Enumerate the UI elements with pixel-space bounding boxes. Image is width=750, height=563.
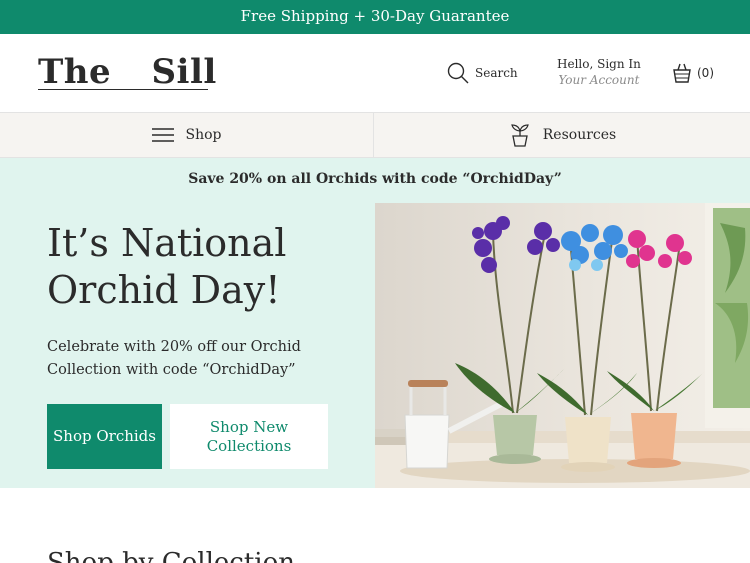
cart-button[interactable]: (0) xyxy=(671,62,714,84)
logo-underline xyxy=(38,89,208,90)
shop-new-collections-button[interactable]: Shop New Collections xyxy=(170,404,328,469)
menu-icon xyxy=(151,128,174,142)
cart-icon xyxy=(673,63,691,83)
site-header: The Sill Search Hello, Sign In Your Acco… xyxy=(0,34,750,113)
announcement-text: Free Shipping + 30-Day Guarantee xyxy=(240,7,510,25)
account-link[interactable]: Hello, Sign In Your Account xyxy=(557,57,641,87)
hero-image xyxy=(375,203,750,488)
sub-navigation: Shop Resources xyxy=(0,113,750,158)
logo[interactable]: The Sill xyxy=(38,52,217,92)
nav-resources[interactable]: Resources xyxy=(375,113,750,157)
promo-banner: Save 20% on all Orchids with code “Orchi… xyxy=(188,171,562,187)
nav-shop[interactable]: Shop xyxy=(0,113,374,157)
shop-orchids-button[interactable]: Shop Orchids xyxy=(47,404,162,469)
announcement-bar: Free Shipping + 30-Day Guarantee xyxy=(0,0,750,34)
account-label: Your Account xyxy=(558,73,640,87)
search-icon xyxy=(447,62,469,84)
cart-count: (0) xyxy=(697,66,714,80)
hero-description: Celebrate with 20% off our Orchid Collec… xyxy=(47,339,301,378)
search-button[interactable]: Search xyxy=(447,62,518,84)
account-greeting: Hello, Sign In xyxy=(557,57,641,71)
nav-shop-label: Shop xyxy=(185,127,222,143)
nav-resources-label: Resources xyxy=(542,127,617,143)
promo-section: Save 20% on all Orchids with code “Orchi… xyxy=(0,158,750,488)
plant-icon xyxy=(510,124,529,147)
section-title: Shop by Collection xyxy=(47,548,296,563)
hero-title: It’s National Orchid Day! xyxy=(47,221,287,312)
search-label: Search xyxy=(475,66,518,80)
